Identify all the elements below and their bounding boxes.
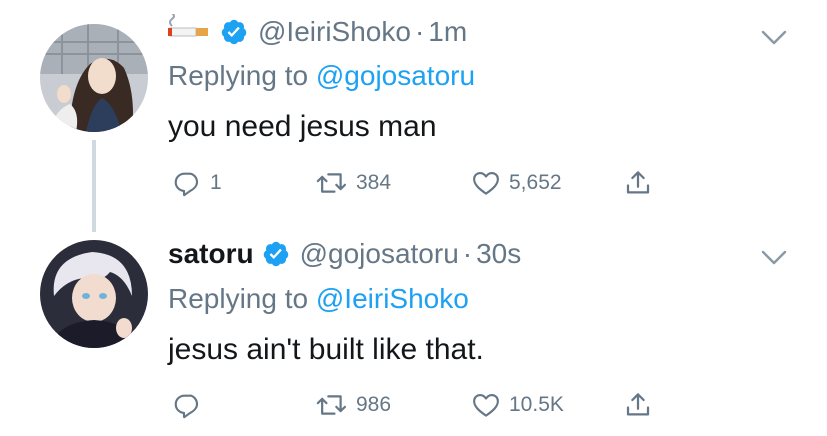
- chevron-down-icon[interactable]: [761, 30, 787, 46]
- retweet-icon: [316, 173, 347, 193]
- reply-button[interactable]: [172, 387, 210, 423]
- tweet-actions: 1 384 5,652: [168, 165, 688, 201]
- replying-to: Replying to @IeiriShoko: [168, 283, 469, 315]
- separator-dot: ·: [414, 15, 425, 47]
- replying-to: Replying to @gojosatoru: [168, 60, 475, 92]
- thread-connector-line: [92, 140, 96, 232]
- replying-to-mention[interactable]: @IeiriShoko: [316, 283, 469, 314]
- reply-icon: [174, 172, 199, 197]
- tweet-header: satoru @gojosatoru · 30s: [168, 238, 521, 270]
- tweet-gojosatoru[interactable]: satoru @gojosatoru · 30s Replying to @Ie…: [0, 225, 827, 436]
- avatar-ieirishoko[interactable]: [40, 24, 148, 132]
- share-icon: [626, 171, 650, 194]
- share-icon: [626, 393, 650, 416]
- replying-to-label: Replying to: [168, 60, 309, 91]
- tweet-text: you need jesus man: [168, 110, 437, 143]
- heart-icon: [473, 393, 499, 417]
- retweet-count: 384: [356, 171, 392, 194]
- tweet-text: jesus ain't built like that.: [168, 333, 484, 366]
- reply-button[interactable]: 1: [172, 165, 222, 201]
- tweet-actions: 986 10.5K: [168, 387, 688, 423]
- tweet-ieirishoko[interactable]: @IeiriShoko · 1m Replying to @gojosatoru…: [0, 0, 827, 232]
- chevron-down-icon[interactable]: [761, 250, 787, 266]
- avatar-gojosatoru[interactable]: [40, 240, 148, 348]
- replying-to-label: Replying to: [168, 283, 309, 314]
- verified-badge-icon: [221, 19, 247, 44]
- cigarette-emoji-display-name[interactable]: [168, 12, 212, 49]
- like-count: 10.5K: [509, 393, 564, 416]
- reply-icon: [174, 394, 199, 419]
- share-button[interactable]: [623, 387, 653, 423]
- like-count: 5,652: [509, 171, 562, 194]
- verified-badge-icon: [263, 241, 288, 267]
- retweet-icon: [316, 395, 347, 415]
- retweet-button[interactable]: 384: [316, 165, 391, 201]
- like-button[interactable]: 5,652: [471, 165, 562, 201]
- retweet-button[interactable]: 986: [316, 387, 391, 423]
- display-name[interactable]: satoru: [168, 238, 254, 270]
- heart-icon: [473, 171, 499, 195]
- separator-dot: ·: [462, 238, 473, 269]
- timestamp[interactable]: 1m: [428, 16, 467, 48]
- reply-count: 1: [210, 171, 222, 194]
- retweet-count: 986: [356, 393, 392, 416]
- handle[interactable]: @IeiriShoko: [258, 16, 411, 48]
- like-button[interactable]: 10.5K: [471, 387, 564, 423]
- tweet-header: @IeiriShoko · 1m: [168, 12, 467, 49]
- handle[interactable]: @gojosatoru: [300, 238, 459, 270]
- share-button[interactable]: [623, 165, 653, 201]
- timestamp[interactable]: 30s: [476, 238, 521, 270]
- replying-to-mention[interactable]: @gojosatoru: [316, 60, 475, 91]
